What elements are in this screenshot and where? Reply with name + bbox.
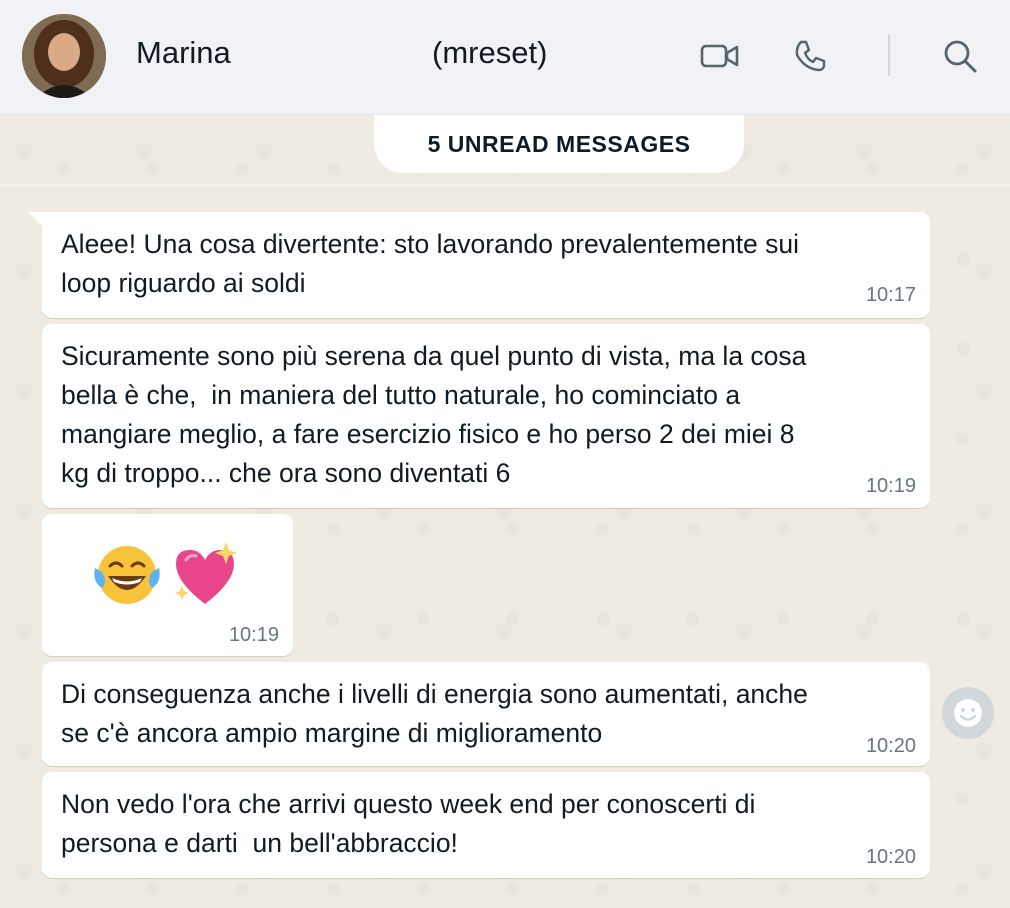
sparkling-heart-icon xyxy=(175,542,237,604)
message-text: Sicuramente sono più serena da quel punt… xyxy=(61,341,807,488)
face-with-tears-of-joy-icon xyxy=(94,546,160,604)
chat-header: Marina (mreset) xyxy=(0,0,1010,115)
avatar-portrait xyxy=(22,14,106,98)
message-time: 10:19 xyxy=(228,624,279,646)
message-text: Non vedo l'ora che arrivi questo week en… xyxy=(61,789,756,858)
unread-messages-banner: 5 UNREAD MESSAGES xyxy=(374,115,744,173)
message-time: 10:20 xyxy=(865,846,916,868)
contact-name[interactable]: Marina xyxy=(136,35,231,71)
message-bubble[interactable]: Aleee! Una cosa divertente: sto lavorand… xyxy=(28,212,930,318)
message-time: 10:20 xyxy=(865,735,916,757)
react-emoji-icon[interactable] xyxy=(942,687,994,739)
message-bubble[interactable]: Sicuramente sono più serena da quel punt… xyxy=(42,324,930,508)
message-bubble[interactable]: Non vedo l'ora che arrivi questo week en… xyxy=(42,772,930,878)
emoji-row xyxy=(90,538,242,612)
header-divider xyxy=(888,34,890,76)
message-bubble[interactable]: Di conseguenza anche i livelli di energi… xyxy=(42,662,930,766)
contact-handle: (mreset) xyxy=(432,35,548,70)
contact-avatar[interactable] xyxy=(22,14,106,98)
bubble-tail xyxy=(28,212,42,226)
message-time: 10:19 xyxy=(865,475,916,497)
message-text: Di conseguenza anche i livelli di energi… xyxy=(61,679,808,748)
message-text: Aleee! Una cosa divertente: sto lavorand… xyxy=(61,229,800,298)
chat-area: 5 UNREAD MESSAGES Aleee! Una cosa divert… xyxy=(0,115,1010,908)
unread-divider xyxy=(0,184,1010,186)
voice-call-icon[interactable] xyxy=(788,34,832,78)
video-call-icon[interactable] xyxy=(698,34,742,78)
message-bubble[interactable]: 10:19 xyxy=(42,514,293,656)
search-icon[interactable] xyxy=(938,34,982,78)
message-time: 10:17 xyxy=(865,284,916,306)
